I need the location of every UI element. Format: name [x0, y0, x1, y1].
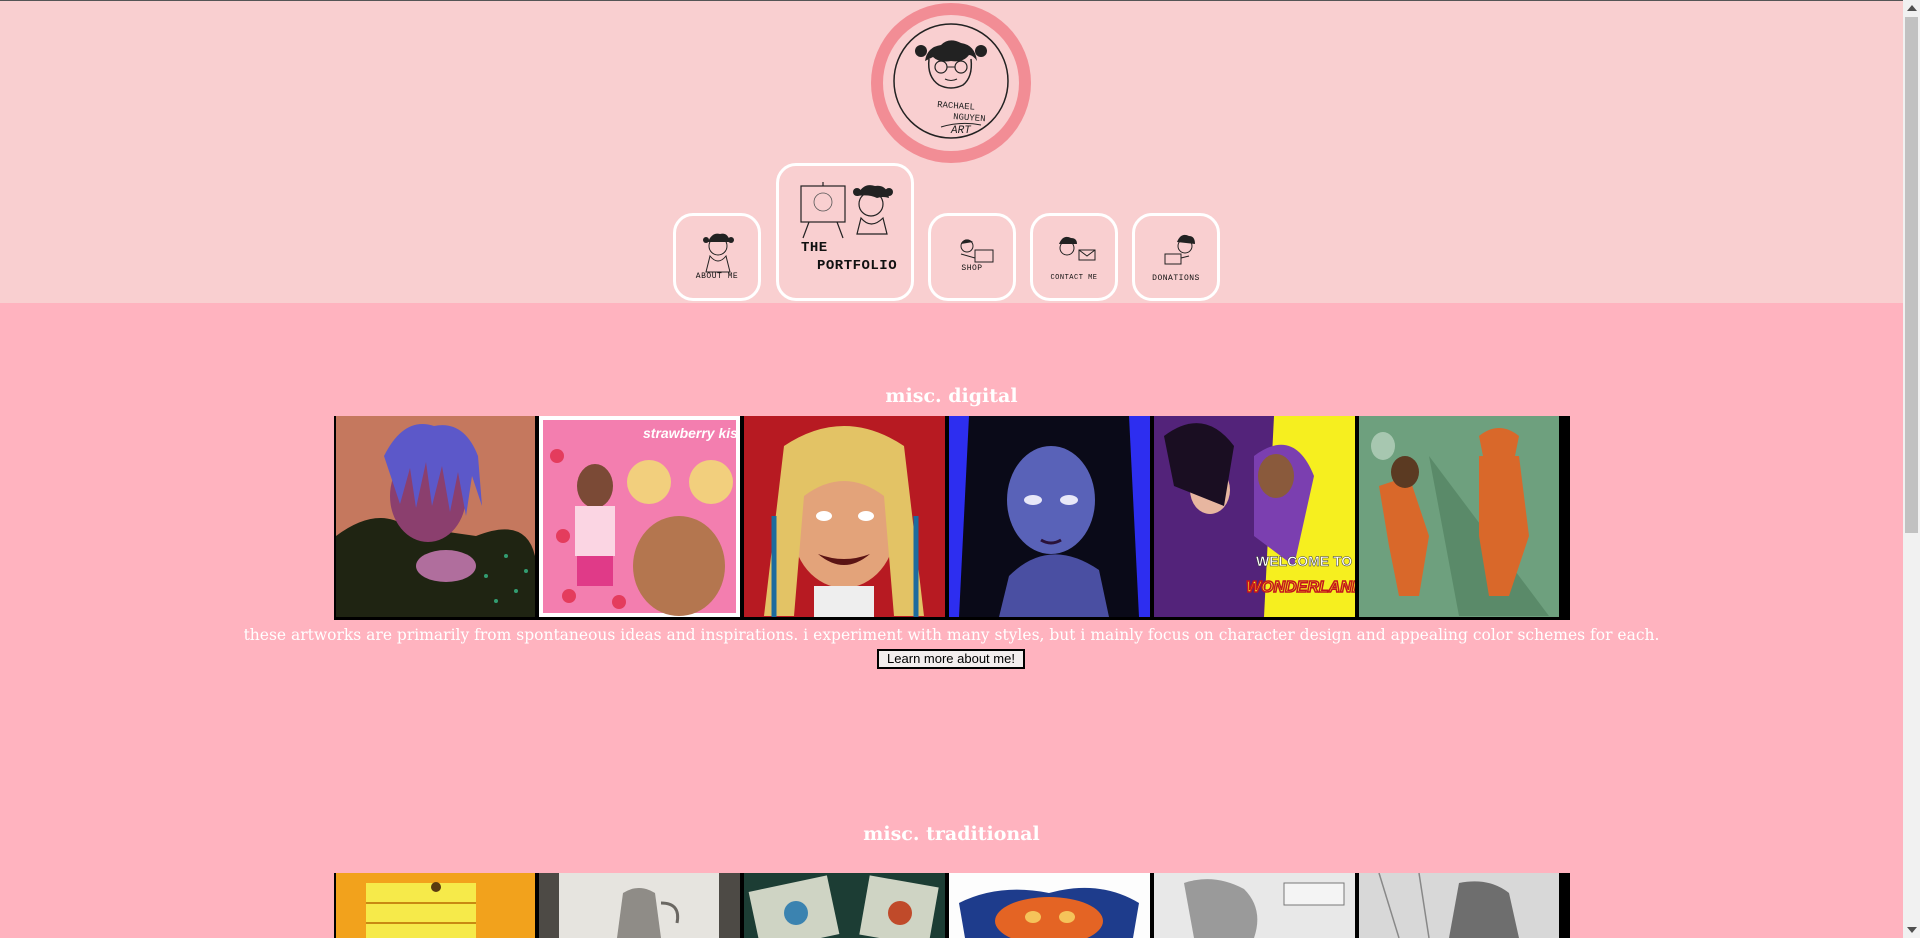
digital-description: these artworks are primarily from sponta…: [243, 626, 1660, 644]
nav-contact-label: CONTACT ME: [1050, 274, 1098, 282]
contact-doodle-icon: [1059, 236, 1096, 261]
nav-portfolio-label-line1: THE: [801, 240, 828, 256]
misc-digital-title: misc. digital: [885, 385, 1018, 407]
svg-text:RACHAEL: RACHAEL: [937, 100, 975, 113]
shop-doodle-icon: [960, 239, 994, 263]
gallery-image[interactable]: [336, 873, 535, 938]
scroll-up-arrow-icon[interactable]: [1907, 5, 1917, 11]
svg-text:NGUYEN: NGUYEN: [953, 112, 986, 124]
misc-traditional-title: misc. traditional: [863, 823, 1040, 845]
gallery-image[interactable]: [744, 416, 945, 617]
nav-contact-button[interactable]: CONTACT ME: [1030, 213, 1118, 301]
gallery-image[interactable]: [744, 873, 945, 938]
about-me-doodle-icon: [703, 233, 734, 273]
gallery-image[interactable]: [1154, 873, 1355, 938]
gallery-image[interactable]: [1359, 873, 1559, 938]
nav-shop-label: SHOP: [961, 264, 983, 273]
nav-portfolio-label-line2: PORTFOLIO: [817, 258, 898, 274]
learn-more-button[interactable]: Learn more about me!: [877, 649, 1025, 669]
site-logo[interactable]: RACHAEL NGUYEN ART: [871, 3, 1031, 163]
svg-text:WONDERLAND: WONDERLAND: [1246, 579, 1355, 596]
nav-shop-button[interactable]: SHOP: [928, 213, 1016, 301]
scrollbar-thumb[interactable]: [1905, 17, 1918, 533]
gallery-image[interactable]: [949, 416, 1150, 617]
page-scrollbar[interactable]: [1903, 0, 1920, 938]
svg-text:WELCOME TO: WELCOME TO: [1256, 553, 1352, 569]
svg-text:strawberry kiss: strawberry kiss: [643, 425, 740, 441]
svg-text:ART: ART: [950, 125, 972, 137]
nav-portfolio-button[interactable]: THE PORTFOLIO: [776, 163, 914, 301]
gallery-image[interactable]: [1359, 416, 1559, 617]
gallery-image[interactable]: WELCOME TO WONDERLAND: [1154, 416, 1355, 617]
digital-gallery: strawberry kiss WELCOME TO WONDERLAND: [334, 416, 1570, 620]
nav-about-label: ABOUT ME: [695, 272, 739, 281]
nav-about-button[interactable]: ABOUT ME: [673, 213, 761, 301]
site-header: RACHAEL NGUYEN ART ABOUT ME THE PORTFOLI…: [0, 1, 1903, 303]
nav-donations-button[interactable]: DONATIONS: [1132, 213, 1220, 301]
gallery-image[interactable]: [336, 416, 535, 617]
gallery-image[interactable]: [949, 873, 1150, 938]
traditional-gallery: [334, 873, 1570, 938]
donations-doodle-icon: [1164, 234, 1195, 265]
portfolio-doodle-icon: [800, 182, 893, 239]
gallery-image[interactable]: strawberry kiss: [539, 416, 740, 617]
scroll-down-arrow-icon[interactable]: [1907, 927, 1917, 933]
nav-donations-label: DONATIONS: [1152, 274, 1200, 283]
gallery-image[interactable]: [539, 873, 740, 938]
